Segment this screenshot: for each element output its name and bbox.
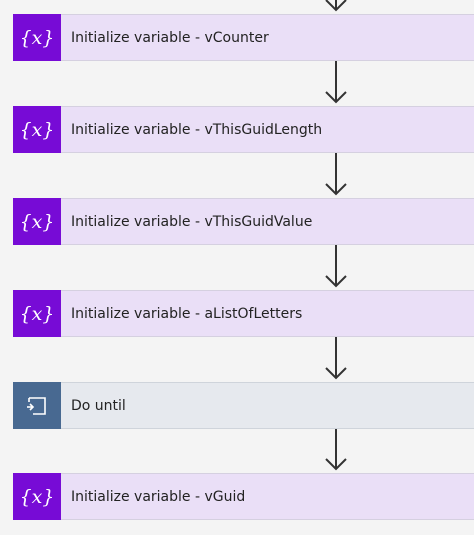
variable-icon: {𝑥} xyxy=(13,14,61,61)
variable-icon: {𝑥} xyxy=(13,473,61,520)
variable-icon: {𝑥} xyxy=(13,106,61,153)
step-label: Do until xyxy=(71,397,126,414)
connector-arrow-icon xyxy=(325,429,347,471)
connector-arrow-icon xyxy=(325,245,347,288)
flow-canvas: {𝑥} Initialize variable - vCounter {𝑥} I… xyxy=(0,0,474,535)
step-label: Initialize variable - vGuid xyxy=(71,488,246,505)
step-do-until[interactable]: Do until xyxy=(13,382,474,429)
step-label: Initialize variable - aListOfLetters xyxy=(71,305,303,322)
step-label: Initialize variable - vCounter xyxy=(71,29,269,46)
connector-arrow-icon xyxy=(325,61,347,104)
step-initialize-variable-vthisguidvalue[interactable]: {𝑥} Initialize variable - vThisGuidValue xyxy=(13,198,474,245)
step-initialize-variable-vguid[interactable]: {𝑥} Initialize variable - vGuid xyxy=(13,473,474,520)
svg-text:{𝑥}: {𝑥} xyxy=(22,211,52,233)
step-initialize-variable-vthisguidlength[interactable]: {𝑥} Initialize variable - vThisGuidLengt… xyxy=(13,106,474,153)
loop-icon xyxy=(13,382,61,429)
variable-icon: {𝑥} xyxy=(13,290,61,337)
connector-arrow-icon xyxy=(325,337,347,380)
svg-text:{𝑥}: {𝑥} xyxy=(22,486,52,508)
step-label: Initialize variable - vThisGuidValue xyxy=(71,213,313,230)
connector-arrow-icon xyxy=(325,0,347,12)
svg-text:{𝑥}: {𝑥} xyxy=(22,27,52,49)
step-initialize-variable-alistofletters[interactable]: {𝑥} Initialize variable - aListOfLetters xyxy=(13,290,474,337)
step-label: Initialize variable - vThisGuidLength xyxy=(71,121,323,138)
svg-text:{𝑥}: {𝑥} xyxy=(22,119,52,141)
variable-icon: {𝑥} xyxy=(13,198,61,245)
svg-text:{𝑥}: {𝑥} xyxy=(22,303,52,325)
step-initialize-variable-vcounter[interactable]: {𝑥} Initialize variable - vCounter xyxy=(13,14,474,61)
connector-arrow-icon xyxy=(325,153,347,196)
